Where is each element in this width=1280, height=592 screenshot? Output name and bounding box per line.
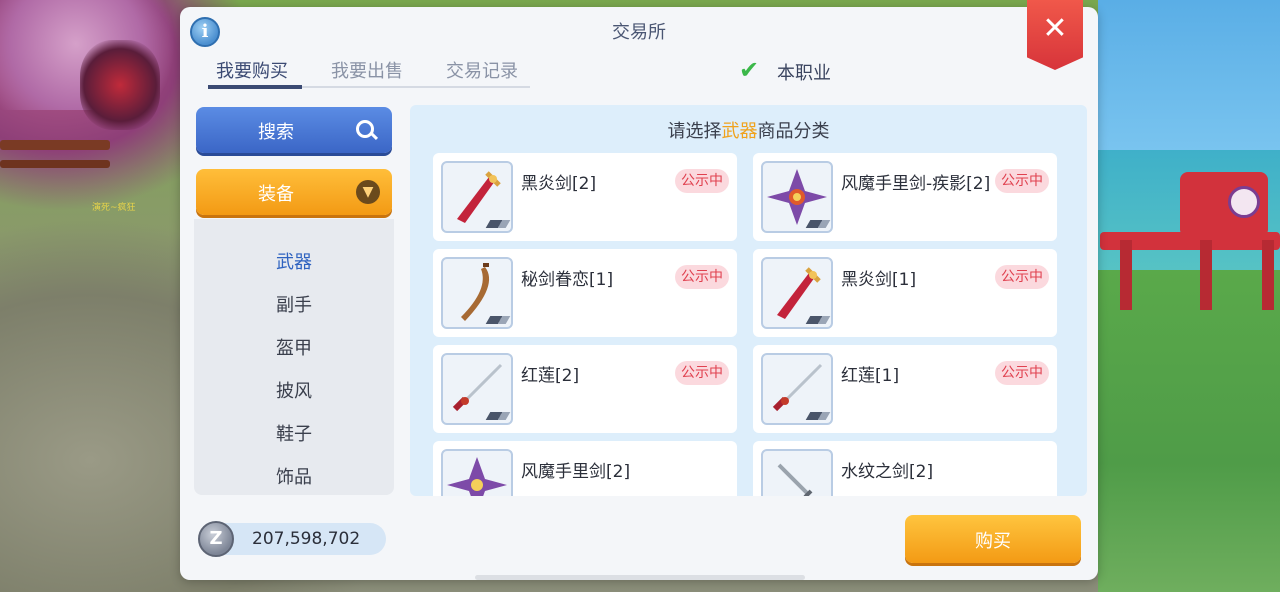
item-name: 黑炎剑[1] <box>841 270 917 290</box>
header-highlight: 武器 <box>721 121 758 142</box>
silver-sword-icon <box>761 449 833 496</box>
red-sword-icon <box>441 161 513 233</box>
bridge-post <box>1200 240 1212 310</box>
tab-sell[interactable]: 我要出售 <box>331 57 403 83</box>
buy-button[interactable]: 购买 <box>905 515 1081 563</box>
player-character[interactable] <box>80 40 160 130</box>
grass <box>1098 270 1280 592</box>
fence-rail <box>0 140 110 150</box>
status-badge: 公示中 <box>995 265 1049 289</box>
close-icon: ✕ <box>1042 11 1068 46</box>
item-name: 黑炎剑[2] <box>521 174 597 194</box>
category-dropdown-label: 装备 <box>258 184 294 205</box>
tab-trade-history[interactable]: 交易记录 <box>446 57 518 83</box>
item-name: 水纹之剑[2] <box>841 462 934 482</box>
zeny-balance: Z 207,598,702 <box>198 521 386 557</box>
dialog-title: 交易所 <box>612 22 666 43</box>
player-name-label: 演死~疯狂 <box>92 203 136 213</box>
tab-buy[interactable]: 我要购买 <box>216 57 288 83</box>
item-name: 风魔手里剑-疾影[2] <box>841 174 991 194</box>
status-badge: 公示中 <box>675 361 729 385</box>
item-card[interactable]: 红莲[2] 公示中 <box>433 345 737 433</box>
content-header: 请选择武器商品分类 <box>410 117 1087 143</box>
search-icon <box>356 120 374 138</box>
item-card[interactable]: 秘剑眷恋[1] 公示中 <box>433 249 737 337</box>
shuriken-icon <box>761 161 833 233</box>
subcategory-weapon[interactable]: 武器 <box>194 248 394 274</box>
search-button-label: 搜索 <box>258 122 294 143</box>
close-button[interactable]: ✕ <box>1027 0 1083 70</box>
katana-icon <box>441 353 513 425</box>
item-name: 红莲[1] <box>841 366 900 386</box>
job-filter-label[interactable]: 本职业 <box>777 59 831 85</box>
search-button[interactable]: 搜索 <box>196 107 392 153</box>
subcategory-accessory[interactable]: 饰品 <box>194 463 394 489</box>
subcategory-list: 武器 副手 盔甲 披风 鞋子 饰品 <box>194 219 394 495</box>
item-name: 风魔手里剑[2] <box>521 462 631 482</box>
item-grid-panel[interactable]: 请选择武器商品分类 黑炎剑[2] 公示中 风魔手里剑-疾影[2] 公示中 秘剑眷… <box>410 105 1087 496</box>
bridge-post <box>1120 240 1132 310</box>
status-badge: 公示中 <box>675 265 729 289</box>
zeny-coin-icon: Z <box>198 521 234 557</box>
header-prefix: 请选择 <box>667 121 722 142</box>
shuriken-icon <box>441 449 513 496</box>
zeny-amount: 207,598,702 <box>252 529 361 549</box>
item-name: 秘剑眷恋[1] <box>521 270 614 290</box>
bridge-post <box>1262 240 1274 310</box>
exchange-dialog: i 交易所 ✕ 我要购买 我要出售 交易记录 ✔ 本职业 搜索 装备 ▼ 武器 … <box>180 0 1098 580</box>
status-badge: 公示中 <box>995 361 1049 385</box>
item-name: 红莲[2] <box>521 366 580 386</box>
red-sword-icon <box>761 257 833 329</box>
tab-active-indicator <box>208 85 302 89</box>
subcategory-offhand[interactable]: 副手 <box>194 291 394 317</box>
header-suffix: 商品分类 <box>757 121 830 142</box>
buy-button-label: 购买 <box>975 531 1011 552</box>
subcategory-shoes[interactable]: 鞋子 <box>194 420 394 446</box>
katana-icon <box>761 353 833 425</box>
fence-rail-lower <box>0 160 110 168</box>
checkmark-icon[interactable]: ✔ <box>739 58 765 82</box>
status-badge: 公示中 <box>675 169 729 193</box>
item-card[interactable]: 水纹之剑[2] <box>753 441 1057 496</box>
sakura-emblem-icon <box>1228 186 1260 218</box>
category-dropdown[interactable]: 装备 ▼ <box>196 169 392 215</box>
item-card[interactable]: 黑炎剑[2] 公示中 <box>433 153 737 241</box>
item-card[interactable]: 黑炎剑[1] 公示中 <box>753 249 1057 337</box>
curved-blade-icon <box>441 257 513 329</box>
item-card[interactable]: 风魔手里剑[2] <box>433 441 737 496</box>
subcategory-armor[interactable]: 盔甲 <box>194 334 394 360</box>
item-card[interactable]: 红莲[1] 公示中 <box>753 345 1057 433</box>
bottom-handle <box>475 575 805 580</box>
status-badge: 公示中 <box>995 169 1049 193</box>
subcategory-cloak[interactable]: 披风 <box>194 377 394 403</box>
item-card[interactable]: 风魔手里剑-疾影[2] 公示中 <box>753 153 1057 241</box>
chevron-down-icon: ▼ <box>356 180 380 204</box>
